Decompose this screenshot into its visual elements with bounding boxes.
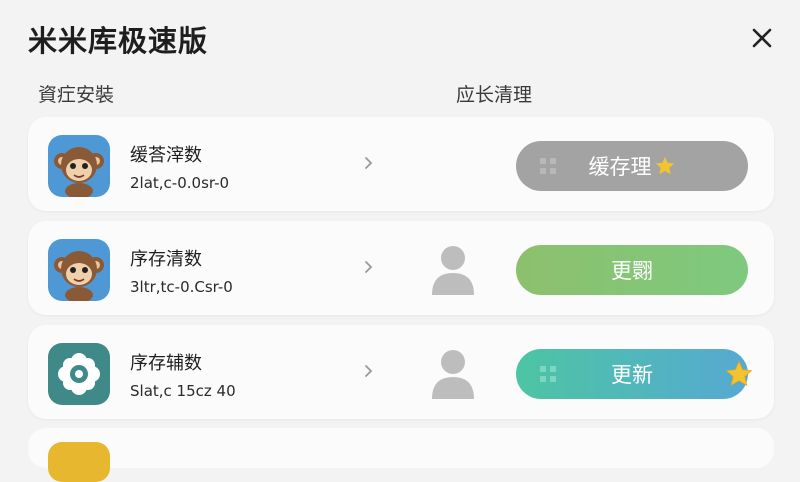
gear-flower-icon (48, 343, 110, 405)
chevron-right-icon (365, 261, 373, 273)
list-item[interactable]: 缓荅滓数 2lat,c-0.0sr-0 缓存理 (28, 117, 774, 211)
section-label-install: 資疘安裝 (38, 84, 115, 106)
app-meta: Slat,c 15cz 40 (130, 382, 236, 400)
star-icon (655, 156, 674, 175)
button-label: 更新 (611, 363, 653, 387)
app-icon (48, 442, 110, 482)
grid-icon (540, 366, 556, 382)
chevron-right-icon (365, 157, 373, 169)
app-name: 缓荅滓数 (130, 145, 202, 166)
user-avatar-icon (432, 350, 474, 399)
update-button[interactable]: 更翾 (516, 245, 748, 295)
clean-cache-button[interactable]: 缓存理 (516, 141, 748, 191)
update-button[interactable]: 更新 (516, 349, 753, 399)
star-icon (725, 360, 753, 387)
app-name: 序存清数 (130, 249, 202, 270)
list-item[interactable]: 序存清数 3ltr,tc-0.Csr-0 更翾 (28, 221, 774, 315)
grid-icon (540, 158, 556, 174)
user-avatar-icon (432, 246, 474, 295)
chevron-right-icon (365, 365, 373, 377)
app-meta: 2lat,c-0.0sr-0 (130, 174, 230, 192)
button-label: 更翾 (611, 259, 653, 283)
list-item[interactable]: 序存辅数 Slat,c 15cz 40 更新 (28, 325, 774, 419)
monkey-icon (48, 239, 110, 301)
monkey-icon (48, 135, 110, 197)
list-item[interactable] (28, 428, 774, 482)
app-meta: 3ltr,tc-0.Csr-0 (130, 278, 233, 296)
page-title: 米米库极速版 (28, 24, 209, 58)
button-label: 缓存理 (588, 155, 652, 179)
section-label-cleanup: 应长清理 (456, 84, 533, 106)
close-icon[interactable] (746, 22, 778, 54)
app-name: 序存辅数 (130, 353, 202, 374)
